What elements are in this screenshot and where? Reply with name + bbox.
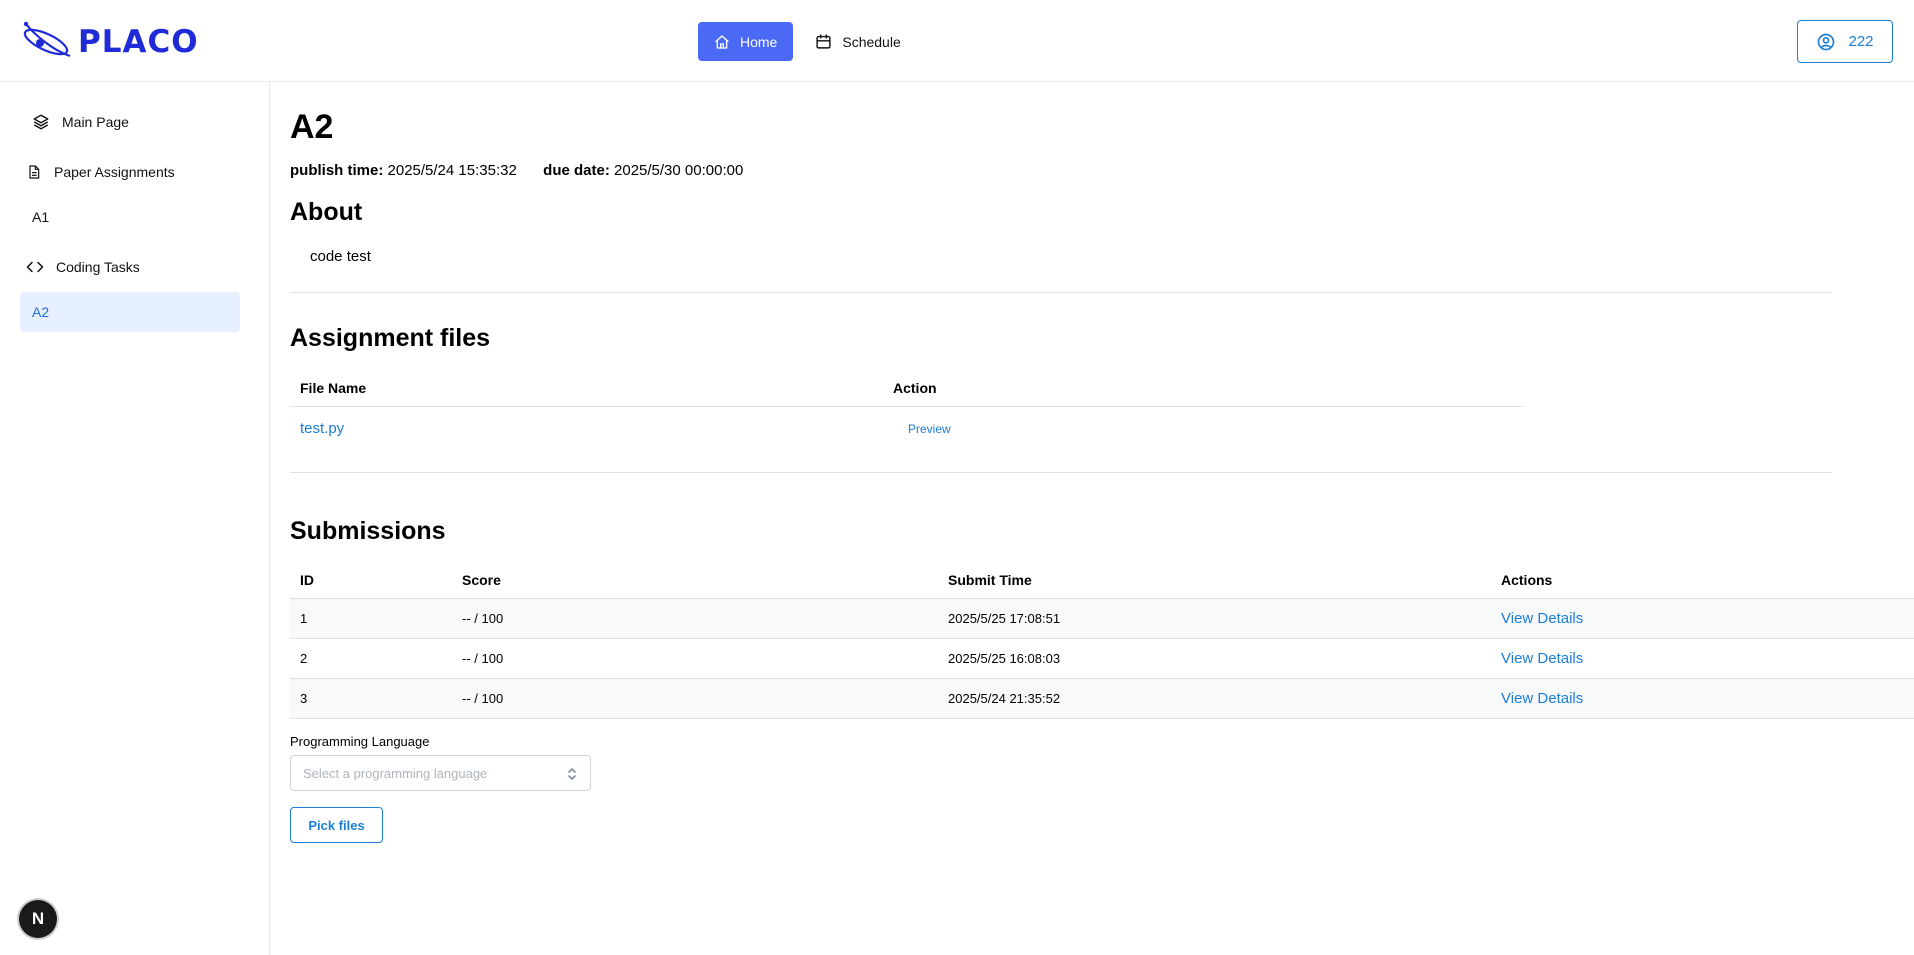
- view-details-link[interactable]: View Details: [1501, 690, 1583, 707]
- submission-time: 2025/5/25 17:08:51: [938, 598, 1491, 639]
- top-header: PLACO Home Schedule 222: [0, 0, 1914, 82]
- sidebar-item-main-page[interactable]: Main Page: [20, 102, 240, 142]
- preview-button[interactable]: Preview: [893, 422, 951, 436]
- table-row: 1 -- / 100 2025/5/25 17:08:51 View Detai…: [290, 598, 1914, 639]
- files-table: File Name Action test.py Preview: [290, 370, 1523, 450]
- home-icon: [715, 34, 729, 49]
- sidebar-item-a1[interactable]: A1: [20, 197, 240, 237]
- view-details-link[interactable]: View Details: [1501, 610, 1583, 627]
- sidebar-item-label: Main Page: [62, 114, 129, 130]
- nav-schedule-label: Schedule: [842, 33, 901, 50]
- sidebar-item-label: A1: [32, 209, 50, 225]
- chevron-up-down-icon: [568, 768, 576, 780]
- divider: [290, 292, 1832, 293]
- pick-files-button[interactable]: Pick files: [290, 807, 383, 843]
- view-details-link[interactable]: View Details: [1501, 650, 1583, 667]
- publish-time-value: 2025/5/24 15:35:32: [387, 162, 517, 179]
- submission-id: 3: [290, 678, 452, 719]
- nav-home-label: Home: [740, 33, 778, 50]
- document-icon: [29, 165, 40, 179]
- nav-home-button[interactable]: Home: [698, 22, 794, 61]
- next-dev-badge[interactable]: N: [19, 900, 57, 938]
- nav-schedule-button[interactable]: Schedule: [799, 22, 916, 61]
- submissions-table: ID Score Submit Time Actions 1 -- / 100 …: [290, 562, 1914, 719]
- table-header-row: ID Score Submit Time Actions: [290, 562, 1914, 599]
- assignment-meta: publish time: 2025/5/24 15:35:32 due dat…: [290, 162, 743, 179]
- sidebar-item-paper-assignments[interactable]: Paper Assignments: [20, 152, 240, 192]
- layers-icon: [33, 114, 49, 130]
- table-row: test.py Preview: [290, 406, 1523, 450]
- about-text: code test: [310, 248, 371, 265]
- file-link[interactable]: test.py: [300, 420, 344, 437]
- table-row: 2 -- / 100 2025/5/25 16:08:03 View Detai…: [290, 638, 1914, 679]
- submission-score: -- / 100: [452, 678, 938, 719]
- due-date-label: due date:: [543, 162, 610, 179]
- calendar-icon: [816, 34, 831, 49]
- about-heading: About: [290, 198, 363, 226]
- column-header: Action: [883, 370, 1523, 407]
- submission-time: 2025/5/24 21:35:52: [938, 678, 1491, 719]
- sidebar-item-label: Paper Assignments: [54, 164, 175, 180]
- submission-id: 2: [290, 638, 452, 679]
- divider: [290, 472, 1832, 473]
- submission-time: 2025/5/25 16:08:03: [938, 638, 1491, 679]
- submission-score: -- / 100: [452, 598, 938, 639]
- column-header: ID: [290, 562, 452, 599]
- column-header: Score: [452, 562, 938, 599]
- atom-logo-icon: [23, 21, 71, 58]
- table-row: 3 -- / 100 2025/5/24 21:35:52 View Detai…: [290, 678, 1914, 719]
- language-select-placeholder: Select a programming language: [303, 765, 488, 781]
- user-circle-icon: [1818, 33, 1835, 50]
- page-title: A2: [290, 108, 334, 146]
- sidebar-item-label: Coding Tasks: [56, 259, 140, 275]
- submissions-heading: Submissions: [290, 517, 446, 545]
- main-nav: Home Schedule: [698, 22, 917, 61]
- column-header: Actions: [1491, 562, 1914, 599]
- user-menu-button[interactable]: 222: [1797, 20, 1893, 63]
- sidebar: Main Page Paper Assignments A1 Coding Ta…: [0, 82, 270, 955]
- column-header: Submit Time: [938, 562, 1491, 599]
- files-heading: Assignment files: [290, 324, 491, 352]
- language-select[interactable]: Select a programming language: [290, 755, 591, 791]
- language-label: Programming Language: [290, 734, 430, 749]
- submission-score: -- / 100: [452, 638, 938, 679]
- sidebar-item-label: A2: [32, 304, 50, 320]
- submission-id: 1: [290, 598, 452, 639]
- brand-name: PLACO: [78, 24, 199, 60]
- user-label: 222: [1848, 33, 1874, 50]
- publish-time-label: publish time:: [290, 162, 384, 179]
- logo[interactable]: PLACO: [22, 20, 199, 64]
- code-icon: [26, 261, 44, 273]
- sidebar-item-a2[interactable]: A2: [20, 292, 240, 332]
- due-date-value: 2025/5/30 00:00:00: [614, 162, 744, 179]
- table-header-row: File Name Action: [290, 370, 1523, 407]
- sidebar-item-coding-tasks[interactable]: Coding Tasks: [20, 247, 240, 287]
- column-header: File Name: [290, 370, 883, 407]
